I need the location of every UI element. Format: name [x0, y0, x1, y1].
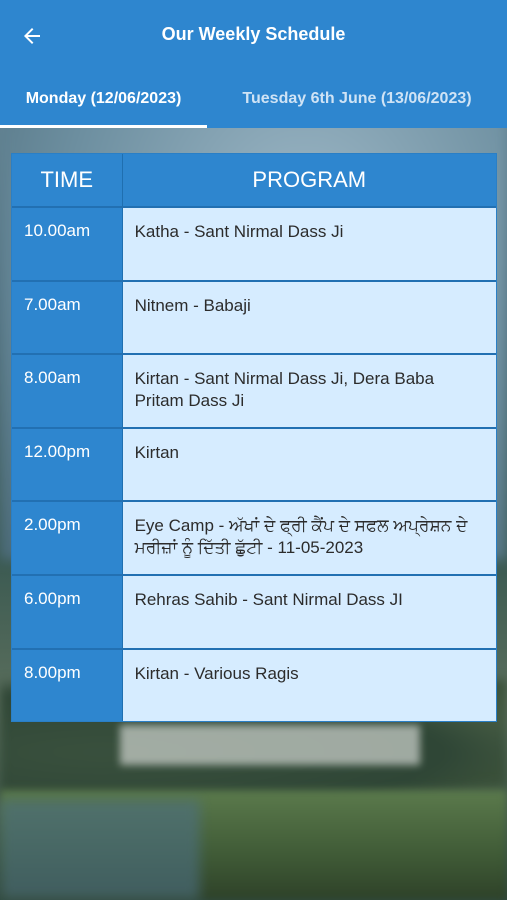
table-header: TIME PROGRAM [12, 154, 496, 206]
program-cell: Eye Camp - ਅੱਖਾਂ ਦੇ ਫ੍ਰੀ ਕੈਂਪ ਦੇ ਸਫਲ ਅਪ੍… [121, 502, 496, 574]
program-cell: Rehras Sahib - Sant Nirmal Dass JI [121, 575, 496, 648]
time-cell: 7.00am [12, 281, 122, 354]
app-bar: Our Weekly Schedule Monday (12/06/2023) … [0, 0, 507, 128]
schedule-table: TIME PROGRAM 10.00am Katha - Sant Nirmal… [11, 153, 497, 723]
table-row: 10.00am Katha - Sant Nirmal Dass Ji [12, 206, 496, 280]
program-cell: Katha - Sant Nirmal Dass Ji [121, 208, 496, 280]
program-cell: Kirtan - Various Ragis [121, 649, 496, 722]
time-cell: 8.00am [12, 355, 122, 427]
tab-indicator [0, 125, 207, 128]
table-row: 6.00pm Rehras Sahib - Sant Nirmal Dass J… [12, 573, 496, 648]
time-cell: 6.00pm [12, 575, 122, 648]
program-cell: Kirtan [121, 428, 496, 501]
program-cell: Kirtan - Sant Nirmal Dass Ji, Dera Baba … [121, 355, 496, 427]
time-cell: 10.00am [12, 208, 122, 280]
page-title: Our Weekly Schedule [161, 24, 346, 44]
day-tabs: Monday (12/06/2023) Tuesday 6th June (13… [0, 70, 507, 128]
tab-tuesday[interactable]: Tuesday 6th June (13/06/2023) [207, 70, 507, 128]
table-row: 7.00am Nitnem - Babaji [12, 279, 496, 354]
time-cell: 12.00pm [12, 428, 122, 501]
program-cell: Nitnem - Babaji [121, 281, 496, 354]
table-row: 8.00am Kirtan - Sant Nirmal Dass Ji, Der… [12, 353, 496, 427]
table-row: 8.00pm Kirtan - Various Ragis [12, 647, 496, 722]
column-header-program: PROGRAM [121, 154, 496, 206]
tab-monday[interactable]: Monday (12/06/2023) [0, 70, 207, 128]
time-cell: 2.00pm [12, 502, 122, 574]
column-header-time: TIME [40, 167, 94, 192]
time-cell: 8.00pm [12, 649, 122, 722]
table-row: 12.00pm Kirtan [12, 426, 496, 501]
table-row: 2.00pm Eye Camp - ਅੱਖਾਂ ਦੇ ਫ੍ਰੀ ਕੈਂਪ ਦੇ … [12, 500, 496, 574]
